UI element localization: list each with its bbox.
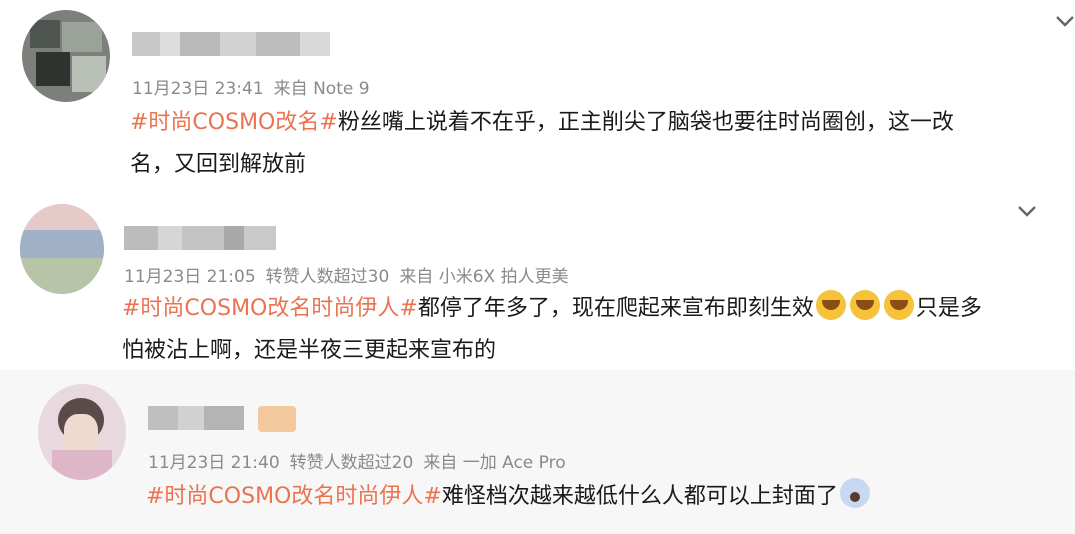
repost-count: 转赞人数超过30 <box>265 267 390 287</box>
laugh-cry-emoji-icon <box>815 290 846 320</box>
comment-text: #时尚COSMO改名时尚伊人#难怪档次越来越低什么人都可以上封面了 <box>146 476 872 518</box>
avatar[interactable] <box>22 10 110 102</box>
avatar[interactable] <box>38 384 126 480</box>
comment-source: 来自 一加 Ace Pro <box>423 453 566 473</box>
username-blurred[interactable] <box>124 226 276 250</box>
chevron-down-icon[interactable] <box>1054 10 1075 32</box>
comment-source: 来自 小米6X 拍人更美 <box>399 267 569 287</box>
reply-item: 11月23日 21:40 转赞人数超过20 来自 一加 Ace Pro #时尚COS… <box>0 370 1075 534</box>
comment-time: 11月23日 21:40 <box>148 453 280 473</box>
laugh-cry-emoji-icon <box>849 290 880 320</box>
comment-item: 11月23日 23:41 来自 Note 9 #时尚COSMO改名#粉丝嘴上说着不… <box>0 0 1075 192</box>
laugh-cry-emoji-icon <box>883 290 914 320</box>
chevron-down-icon[interactable] <box>1016 200 1038 222</box>
shocked-emoji-icon <box>839 478 870 508</box>
comment-source: 来自 Note 9 <box>273 79 370 99</box>
hashtag-link[interactable]: #时尚COSMO改名# <box>130 110 338 135</box>
hashtag-link[interactable]: #时尚COSMO改名时尚伊人# <box>122 296 418 321</box>
comment-text: #时尚COSMO改名#粉丝嘴上说着不在乎，正主削尖了脑袋也要往时尚圈创，这一改 … <box>130 110 954 177</box>
avatar[interactable] <box>20 204 104 294</box>
comment-time: 11月23日 21:05 <box>124 267 256 287</box>
comment-time: 11月23日 23:41 <box>132 79 264 99</box>
hashtag-link[interactable]: #时尚COSMO改名时尚伊人# <box>146 484 442 509</box>
comment-text: #时尚COSMO改名时尚伊人#都停了年多了，现在爬起来宣布即刻生效 只是多 怕被沾… <box>122 288 982 372</box>
user-badge-blurred <box>258 406 296 432</box>
comment-meta: 11月23日 21:40 转赞人数超过20 来自 一加 Ace Pro <box>148 448 576 473</box>
comment-meta: 11月23日 21:05 转赞人数超过30 来自 小米6X 拍人更美 <box>124 262 579 287</box>
comment-item: 11月23日 21:05 转赞人数超过30 来自 小米6X 拍人更美 #时尚COSM… <box>0 192 1075 370</box>
repost-count: 转赞人数超过20 <box>289 453 414 473</box>
username-blurred[interactable] <box>148 406 244 430</box>
username-blurred[interactable] <box>132 32 330 56</box>
comment-meta: 11月23日 23:41 来自 Note 9 <box>132 74 380 99</box>
